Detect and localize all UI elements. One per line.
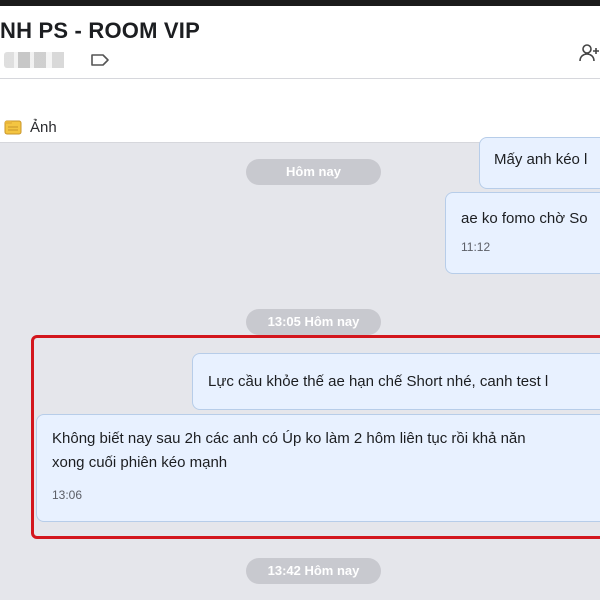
message-time: 11:12 <box>461 240 491 254</box>
date-divider: 13:05 Hôm nay <box>246 309 381 335</box>
tab-images-label: Ảnh <box>30 118 57 136</box>
message-bubble[interactable]: Mấy anh kéo l <box>479 137 600 189</box>
tag-icon[interactable] <box>90 53 110 67</box>
message-bubble[interactable]: Lực cầu khỏe thế ae hạn chế Short nhé, c… <box>192 353 600 410</box>
tab-images[interactable]: Ảnh <box>0 115 57 139</box>
add-member-icon[interactable] <box>578 42 600 64</box>
message-text-line-1: Không biết nay sau 2h các anh có Úp ko l… <box>52 430 526 447</box>
message-text: Mấy anh kéo l <box>494 151 588 168</box>
message-bubble[interactable]: Không biết nay sau 2h các anh có Úp ko l… <box>36 414 600 522</box>
message-text-line-2: xong cuối phiên kéo mạnh <box>52 454 228 471</box>
image-folder-icon <box>4 120 22 135</box>
chat-header: NH PS - ROOM VIP <box>0 6 600 79</box>
message-text: ae ko fomo chờ So <box>461 210 588 227</box>
date-divider: Hôm nay <box>246 159 381 185</box>
media-tab-bar: Ảnh <box>0 79 600 143</box>
message-time: 13:06 <box>52 488 83 502</box>
message-bubble[interactable]: ae ko fomo chờ So 11:12 <box>445 192 600 274</box>
chat-title[interactable]: NH PS - ROOM VIP <box>0 18 200 44</box>
date-divider: 13:42 Hôm nay <box>246 558 381 584</box>
member-info-blurred <box>4 52 68 68</box>
message-text: Lực cầu khỏe thế ae hạn chế Short nhé, c… <box>208 373 549 390</box>
